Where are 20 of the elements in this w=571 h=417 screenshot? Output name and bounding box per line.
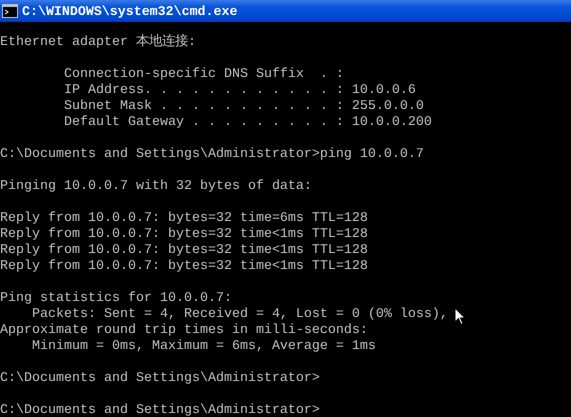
console-line: Minimum = 0ms, Maximum = 6ms, Average = 1ms <box>30 339 376 355</box>
console-icon <box>2 4 18 18</box>
console-line: C:\Documents and Settings\Administrator> <box>0 403 320 417</box>
console-line: Approximate round trip times in milli-seconds: <box>0 323 368 339</box>
console-line: Default Gateway . . . . . . . . . : 10.0.0.200 <box>62 115 432 131</box>
console-line: Reply from 10.0.0.7: bytes=32 time=6ms TTL=128 <box>0 211 368 227</box>
console-line: Reply from 10.0.0.7: bytes=32 time<1ms TTL=128 <box>0 259 368 275</box>
console-line: Reply from 10.0.0.7: bytes=32 time<1ms TTL=128 <box>0 243 368 259</box>
console-line: IP Address. . . . . . . . . . . . : 10.0.0.6 <box>62 83 416 99</box>
console-line: Ping statistics for 10.0.0.7: <box>0 291 232 307</box>
window-title: C:\WINDOWS\system32\cmd.exe <box>22 4 238 18</box>
console-line: Ethernet adapter 本地连接: <box>0 35 196 51</box>
console-line: C:\Documents and Settings\Administrator> <box>0 371 320 387</box>
console-line: C:\Documents and Settings\Administrator>ping 10.0.0.7 <box>0 147 424 163</box>
console-line: Reply from 10.0.0.7: bytes=32 time<1ms TTL=128 <box>0 227 368 243</box>
console-line: Subnet Mask . . . . . . . . . . . : 255.0.0.0 <box>62 99 424 115</box>
console-line: Pinging 10.0.0.7 with 32 bytes of data: <box>0 179 312 195</box>
console-line: Connection-specific DNS Suffix . : <box>62 67 344 83</box>
mouse-pointer-icon <box>454 307 466 326</box>
console-line: Packets: Sent = 4, Received = 4, Lost = 0 (0% loss), <box>30 307 448 323</box>
